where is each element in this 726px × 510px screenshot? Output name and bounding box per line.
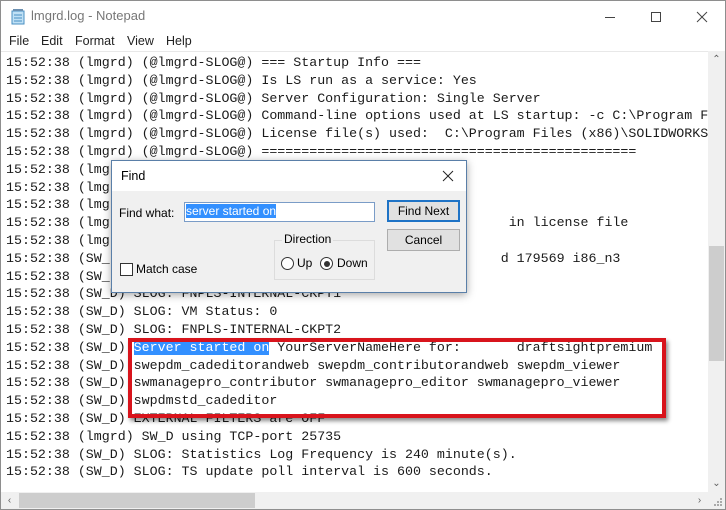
close-icon — [696, 11, 708, 22]
log-line: 15:52:38 (lmgrd) (@lmgrd-SLOG@) === Star… — [6, 55, 421, 70]
find-next-button[interactable]: Find Next — [387, 200, 460, 222]
window-title: lmgrd.log - Notepad — [31, 8, 146, 23]
log-line-prefix: 15:52:38 (SW_D) — [6, 339, 134, 355]
direction-group: Direction Up Down — [274, 232, 375, 280]
direction-up-label: Up — [297, 256, 313, 270]
log-line-suffix: YourServerNameHere for: draftsightpremiu… — [269, 339, 653, 355]
find-what-input[interactable]: server started on — [184, 202, 375, 222]
scroll-up-icon[interactable]: ⌃ — [708, 51, 725, 68]
horizontal-scroll-thumb[interactable] — [19, 493, 255, 508]
menu-bar: File Edit Format View Help — [1, 32, 725, 51]
scroll-left-icon[interactable]: ‹ — [1, 492, 18, 509]
find-dialog-close-button[interactable] — [436, 165, 460, 187]
notepad-window: lmgrd.log - Notepad File Edit Format Vie… — [0, 0, 726, 510]
close-button[interactable] — [679, 1, 725, 32]
vertical-scrollbar[interactable]: ⌃ ⌄ — [708, 51, 725, 492]
notepad-icon — [11, 9, 25, 25]
match-case-label: Match case — [136, 262, 198, 276]
log-line: 15:52:38 (lmgrd) (@lmgrd-SLOG@) Is LS ru… — [6, 72, 477, 88]
maximize-icon — [651, 11, 661, 22]
direction-label: Direction — [282, 232, 334, 246]
cancel-button[interactable]: Cancel — [387, 229, 460, 251]
menu-view[interactable]: View — [127, 34, 154, 48]
direction-up-radio[interactable] — [281, 257, 294, 270]
find-what-label: Find what: — [119, 206, 175, 220]
find-dialog: Find Find what: server started on Find N… — [111, 160, 467, 293]
log-line: 15:52:38 (lmgrd) (@lmgrd-SLOG@) Command-… — [6, 108, 708, 124]
minimize-button[interactable] — [587, 1, 633, 32]
maximize-button[interactable] — [633, 1, 679, 32]
log-line: 15:52:38 (SW_D) SLOG: Statistics Log Fre… — [6, 446, 517, 462]
find-what-value: server started on — [186, 204, 277, 218]
log-line: 15:52:38 (SW_D) SLOG: VM Status: 0 — [6, 304, 278, 320]
match-case-checkbox[interactable] — [120, 263, 133, 276]
log-line: 15:52:38 (SW_D) EXTERNAL FILTERS are OFF — [6, 410, 326, 426]
find-dialog-title-bar: Find — [112, 161, 466, 191]
vertical-scroll-thumb[interactable] — [709, 246, 724, 361]
log-line: 15:52:38 (SW_D) SLOG: TS update poll int… — [6, 464, 493, 480]
direction-down-radio[interactable] — [320, 257, 333, 270]
log-line: 15:52:38 (lmgrd) (@lmgrd-SLOG@) License … — [6, 126, 708, 142]
direction-down-label: Down — [337, 256, 368, 270]
log-line: 15:52:38 (lmgrd) (@lmgrd-SLOG@) Server C… — [6, 90, 541, 106]
scroll-right-icon[interactable]: › — [691, 492, 708, 509]
horizontal-scrollbar[interactable]: ‹ › — [1, 492, 708, 509]
minimize-icon — [605, 16, 615, 18]
log-line: 15:52:38 (SW_D) swmanagepro_contributor … — [6, 375, 621, 391]
scroll-down-icon[interactable]: ⌄ — [708, 475, 725, 492]
log-line: 15:52:38 (SW_D) swpdmstd_cadeditor — [6, 393, 278, 409]
menu-format[interactable]: Format — [75, 34, 115, 48]
log-line: 15:52:38 (lmgrd) SW_D using TCP-port 257… — [6, 428, 342, 444]
resize-grip-icon[interactable] — [708, 492, 725, 509]
grip-dots-icon — [714, 498, 722, 506]
log-line: 15:52:38 (SW_D) SLOG: FNPLS-INTERNAL-CKP… — [6, 321, 342, 337]
menu-edit[interactable]: Edit — [41, 34, 63, 48]
title-bar: lmgrd.log - Notepad — [1, 1, 725, 32]
menu-help[interactable]: Help — [166, 34, 192, 48]
search-match-highlight: Server started on — [133, 339, 270, 355]
log-line-match: 15:52:38 (SW_D) Server started on YourSe… — [6, 339, 708, 357]
menu-file[interactable]: File — [9, 34, 29, 48]
find-dialog-title: Find — [121, 169, 146, 183]
log-line: 15:52:38 (lmgrd) (@lmgrd-SLOG@) ========… — [6, 143, 637, 159]
log-line: 15:52:38 (SW_D) swepdm_cadeditorandweb s… — [6, 357, 621, 373]
close-icon — [442, 170, 454, 182]
